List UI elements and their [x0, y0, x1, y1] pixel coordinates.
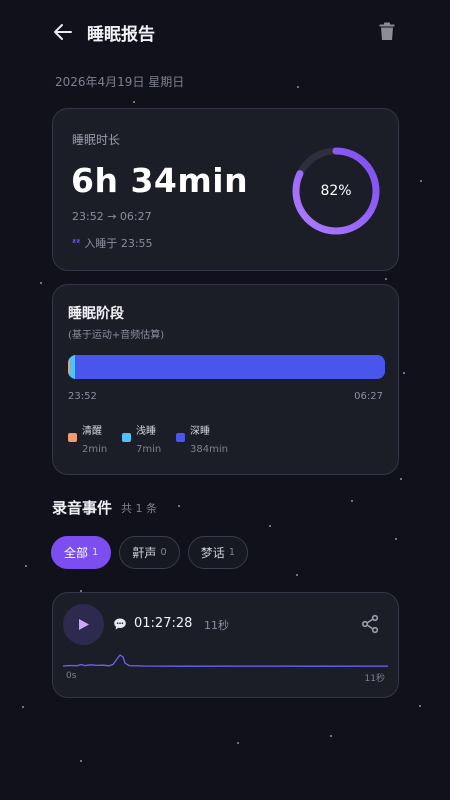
- star-dot: [80, 760, 82, 762]
- legend-value: 2min: [82, 444, 108, 455]
- star-dot: [351, 500, 353, 502]
- chip-count: 0: [160, 547, 167, 558]
- star-dot: [330, 735, 332, 737]
- recording-event-card: 01:27:28 11秒 0s 11秒: [52, 592, 399, 698]
- star-dot: [296, 574, 298, 576]
- filter-chip-snoring[interactable]: 鼾声 0: [119, 536, 180, 569]
- star-dot: [403, 372, 405, 374]
- deep-sleep-swatch: [176, 433, 185, 442]
- star-dot: [385, 278, 387, 280]
- star-dot: [297, 86, 299, 88]
- legend-value: 384min: [190, 444, 228, 455]
- star-dot: [22, 706, 24, 708]
- star-dot: [400, 478, 402, 480]
- events-count: 共 1 条: [121, 502, 157, 515]
- stages-subtitle: (基于运动+音频估算): [68, 330, 165, 341]
- chip-count: 1: [92, 547, 99, 558]
- star-dot: [269, 525, 271, 527]
- stages-title: 睡眠阶段: [68, 306, 124, 322]
- events-section-title: 录音事件: [52, 499, 113, 517]
- arrow-left-icon: [54, 24, 72, 40]
- play-icon: [78, 619, 89, 630]
- legend-item-deep-sleep: 深睡 384min: [176, 422, 230, 458]
- stage-timeline-bar: [68, 355, 385, 379]
- waveform-start-label: 0s: [66, 671, 77, 681]
- duration-label: 睡眠时长: [72, 133, 121, 147]
- legend-item-awake: 清醒 2min: [68, 422, 122, 458]
- legend-name: 浅睡: [136, 426, 156, 437]
- play-button[interactable]: [63, 604, 104, 645]
- star-dot: [419, 705, 421, 707]
- sleep-duration-card: 睡眠时长 6h 34min 23:52 → 06:27 ᶻᶻ 入睡于 23:55…: [52, 108, 399, 271]
- event-duration: 11秒: [204, 619, 229, 632]
- deep-sleep-segment: [75, 355, 385, 379]
- fell-asleep-row: ᶻᶻ 入睡于 23:55: [72, 235, 153, 251]
- duration-value: 6h 34min: [71, 161, 249, 200]
- header-bar: 睡眠报告: [0, 0, 450, 62]
- chip-label: 鼾声: [132, 546, 157, 560]
- event-filter-chips: 全部 1 鼾声 0 梦话 1: [51, 536, 249, 569]
- fell-asleep-text: 入睡于 23:55: [84, 237, 153, 250]
- share-icon[interactable]: [360, 614, 380, 634]
- star-dot: [178, 505, 180, 507]
- legend-item-light-sleep: 浅睡 7min: [122, 422, 176, 458]
- legend-name: 清醒: [82, 426, 102, 437]
- timeline-start-time: 23:52: [68, 391, 97, 402]
- chip-count: 1: [228, 547, 236, 558]
- star-dot: [133, 101, 135, 103]
- star-dot: [420, 180, 422, 182]
- sleep-score-text: 82%: [320, 183, 352, 199]
- timeline-end-time: 06:27: [354, 391, 383, 402]
- time-range: 23:52 → 06:27: [72, 210, 152, 223]
- delete-button[interactable]: [376, 20, 398, 42]
- filter-chip-sleep-talking[interactable]: 梦话 1: [187, 536, 249, 569]
- light-sleep-swatch: [122, 433, 131, 442]
- awake-swatch: [68, 433, 77, 442]
- star-dot: [395, 538, 397, 540]
- star-dot: [25, 565, 27, 567]
- speech-bubble-icon: [114, 618, 126, 630]
- star-dot: [40, 282, 42, 284]
- audio-waveform[interactable]: [63, 649, 388, 671]
- star-dot: [237, 742, 239, 744]
- zzz-icon: ᶻᶻ: [72, 237, 81, 249]
- legend-value: 7min: [136, 444, 162, 455]
- back-button[interactable]: [50, 19, 76, 45]
- sleep-stages-card: 睡眠阶段 (基于运动+音频估算) 23:52 06:27 清醒 2min 浅睡 …: [52, 284, 399, 475]
- event-time: 01:27:28: [134, 616, 193, 631]
- filter-chip-all[interactable]: 全部 1: [51, 536, 112, 569]
- waveform-end-label: 11秒: [364, 674, 385, 684]
- page-title: 睡眠报告: [87, 25, 155, 45]
- legend-name: 深睡: [190, 426, 210, 437]
- chip-label: 梦话: [200, 546, 225, 560]
- stage-legend: 清醒 2min 浅睡 7min 深睡 384min: [68, 422, 230, 458]
- report-date: 2026年4月19日 星期日: [55, 75, 185, 89]
- chip-label: 全部: [64, 546, 89, 560]
- trash-icon: [379, 22, 395, 40]
